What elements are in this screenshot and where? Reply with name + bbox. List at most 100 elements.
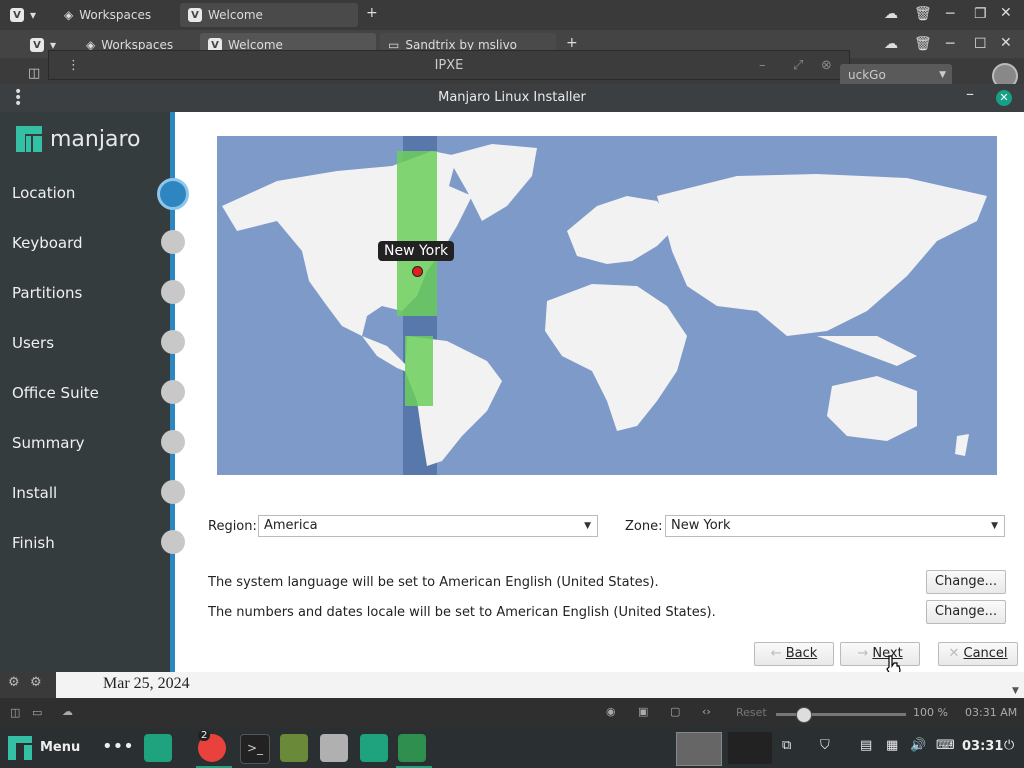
capture-icon[interactable]: ◉ [606, 705, 616, 718]
zoom-level: 100 % [913, 706, 948, 719]
cloud-icon[interactable]: ☁ [884, 36, 898, 52]
image-icon[interactable]: ▣ [638, 705, 648, 718]
new-tab-icon[interactable]: + [566, 35, 578, 51]
sidebar-item-users: Users [12, 334, 55, 352]
menu-button[interactable]: Menu [40, 740, 80, 755]
clipboard-icon[interactable]: ▤ [860, 738, 872, 753]
zoom-reset-button[interactable]: Reset [736, 706, 767, 719]
scroll-down-icon[interactable]: ▼ [1012, 686, 1019, 696]
sidebar-item-location: Location [12, 184, 76, 202]
landmass-africa [545, 284, 687, 431]
change-language-button[interactable]: Change... [926, 570, 1006, 594]
vivaldi-menu-button[interactable]: V ▾ [2, 3, 46, 27]
installer-taskbar-icon[interactable] [398, 734, 426, 762]
locale-info-text: The numbers and dates locale will be set… [208, 605, 716, 620]
region-select[interactable]: America ▼ [258, 515, 598, 537]
background-date-text: Mar 25, 2024 [103, 675, 190, 692]
minimize-icon[interactable]: – [966, 84, 974, 103]
maximize-icon[interactable]: ☐ [974, 36, 987, 52]
sidebar-item-install: Install [12, 484, 58, 502]
change-locale-button[interactable]: Change... [926, 600, 1006, 624]
shield-icon[interactable]: ⛉ [820, 738, 830, 753]
display-icon[interactable]: ⧉ [782, 738, 791, 753]
terminal-icon[interactable]: >_ [240, 734, 270, 764]
zoom-slider-handle[interactable] [796, 707, 812, 723]
step-indicator [161, 530, 185, 554]
landmass-new-zealand [955, 434, 969, 456]
workspace-2[interactable] [728, 732, 772, 764]
close-icon[interactable]: ⊗ [821, 51, 832, 81]
archive-manager-icon[interactable] [280, 734, 308, 762]
close-icon[interactable]: ✕ [996, 90, 1012, 106]
taskbar-clock[interactable]: 03:31 [962, 739, 1003, 754]
landmass-southeast-asia [817, 336, 917, 366]
apps-grid-icon[interactable]: ••• [102, 736, 134, 757]
step-indicator [161, 480, 185, 504]
maximize-icon[interactable]: ❐ [974, 6, 987, 22]
volume-icon[interactable]: 🔊 [910, 738, 926, 753]
timezone-highlight-north [397, 151, 437, 316]
sidebar-item-office-suite: Office Suite [12, 384, 99, 402]
keyboard-icon[interactable]: ⌨ [936, 738, 955, 753]
tiling-icon[interactable]: ▭ [32, 706, 42, 719]
installer-window: Manjaro Linux Installer • • • – ✕ manjaro … [0, 84, 1024, 677]
power-icon[interactable]: ⏻ [1004, 738, 1014, 753]
background-panel-edge: ⚙ ⚙ [0, 672, 56, 698]
zone-select[interactable]: New York ▼ [665, 515, 1005, 537]
back-arrow-icon: ← [770, 646, 782, 661]
sidebar-item-summary: Summary [12, 434, 85, 452]
cancel-button[interactable]: ✕ Cancel [938, 642, 1018, 666]
gear-icon[interactable]: ⚙ [30, 675, 42, 690]
panel-icon[interactable]: ◫ [10, 706, 20, 719]
window-icon[interactable]: ▢ [670, 705, 680, 718]
back-button[interactable]: ← Back [754, 642, 834, 666]
chevron-down-icon: ▼ [939, 70, 946, 80]
tab-welcome-back[interactable]: V Welcome [180, 3, 358, 27]
manjaro-settings-icon[interactable] [360, 734, 388, 762]
timezone-map[interactable] [217, 136, 997, 475]
cloud-icon[interactable]: ☁ [884, 6, 898, 22]
trash-icon[interactable]: 🗑 [914, 6, 932, 22]
timezone-highlight-south [405, 336, 433, 406]
menu-dots-icon[interactable]: • • • [14, 85, 22, 111]
manjaro-logo: manjaro [16, 126, 140, 152]
zone-label: Zone: [625, 519, 663, 534]
workspace-1[interactable] [676, 732, 722, 766]
minimize-icon[interactable]: – [759, 51, 766, 81]
taskbar: Menu ••• 2 >_ ⧉ ⛉ ▤ ▦ 🔊 ⌨ 03:31 ⏻ [0, 728, 1024, 768]
restore-icon[interactable]: ⤢ [793, 51, 803, 81]
sidebar-item-partitions: Partitions [12, 284, 83, 302]
vm-window-titlebar[interactable]: ⋮ IPXE – ⤢ ⊗ [48, 50, 850, 80]
files-icon[interactable] [144, 734, 172, 762]
close-icon[interactable]: ✕ [1000, 5, 1012, 21]
new-tab-icon[interactable]: + [366, 5, 378, 21]
code-icon[interactable]: ‹› [702, 705, 711, 718]
installer-titlebar[interactable]: Manjaro Linux Installer [0, 84, 1024, 112]
tab-workspaces-back[interactable]: ◈ Workspaces [56, 3, 174, 27]
menu-dots-icon[interactable]: ⋮ [67, 51, 80, 81]
network-icon[interactable]: ▦ [886, 738, 898, 753]
sidebar-item-keyboard: Keyboard [12, 234, 83, 252]
panel-toggle-icon[interactable]: ◫ [28, 66, 40, 81]
next-arrow-icon: → [857, 646, 869, 661]
minimize-icon[interactable]: ─ [946, 36, 954, 52]
minimize-icon[interactable]: ─ [946, 6, 954, 22]
landmass-australia [827, 376, 917, 441]
step-indicator [161, 430, 185, 454]
trash-icon[interactable]: 🗑 [914, 36, 932, 52]
cloud-sync-icon[interactable]: ☁ [62, 705, 73, 718]
manjaro-menu-icon[interactable] [8, 736, 32, 760]
next-button[interactable]: → Next [840, 642, 920, 666]
vivaldi-icon: V [188, 8, 202, 22]
search-engine-field[interactable]: uckGo ▼ [840, 64, 952, 86]
step-indicator [161, 330, 185, 354]
browser-tabbar-back: V ▾ ◈ Workspaces V Welcome + ☁ 🗑 ─ ❐ ✕ [0, 0, 1024, 30]
document-viewer-icon[interactable] [320, 734, 348, 762]
close-icon[interactable]: ✕ [1000, 35, 1012, 51]
map-city-label: New York [378, 241, 455, 261]
settings-icon[interactable]: ⚙ [8, 675, 20, 690]
step-indicator-location-active [157, 178, 189, 210]
language-info-text: The system language will be set to Ameri… [208, 575, 659, 590]
step-indicator [161, 380, 185, 404]
landmass-asia [657, 174, 987, 336]
